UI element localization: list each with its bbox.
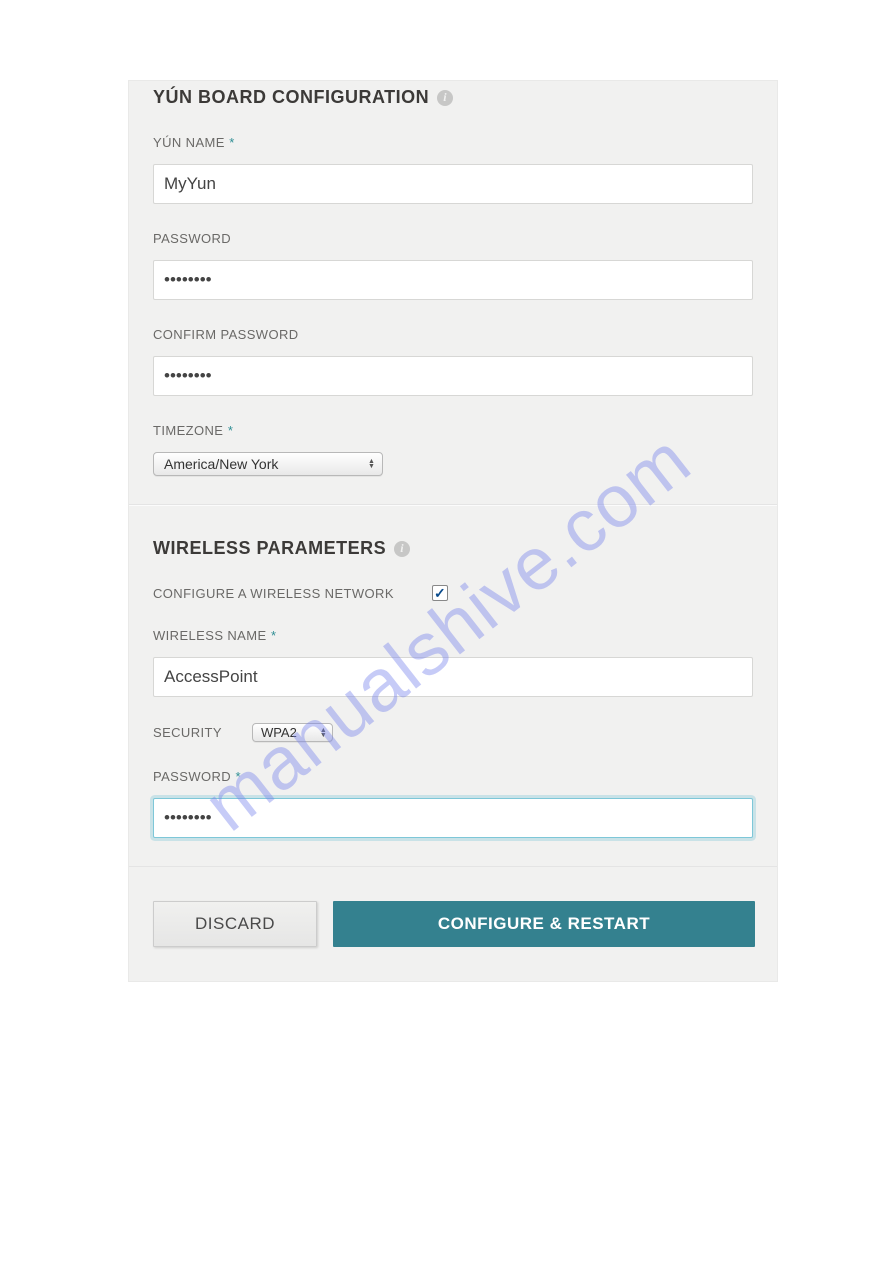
config-panel: YÚN BOARD CONFIGURATION i YÚN NAME * PAS… (128, 80, 778, 982)
confirm-password-field: CONFIRM PASSWORD (153, 326, 753, 396)
check-icon: ✓ (434, 585, 446, 602)
discard-label: DISCARD (195, 914, 275, 934)
wireless-heading: WIRELESS PARAMETERS i (153, 538, 753, 559)
timezone-value: America/New York (164, 456, 345, 472)
confirm-password-input[interactable] (153, 356, 753, 396)
security-select[interactable]: WPA2 ▲▼ (252, 723, 333, 742)
required-marker: * (236, 769, 241, 784)
yun-name-label: YÚN NAME (153, 135, 225, 150)
submit-label: CONFIGURE & RESTART (438, 914, 650, 934)
wireless-password-input[interactable] (153, 798, 753, 838)
yun-name-field: YÚN NAME * (153, 134, 753, 204)
board-config-title: YÚN BOARD CONFIGURATION (153, 87, 429, 108)
security-row: SECURITY WPA2 ▲▼ (153, 723, 753, 742)
wireless-name-field: WIRELESS NAME * (153, 627, 753, 697)
wireless-password-field: PASSWORD * (153, 768, 753, 838)
security-label: SECURITY (153, 725, 222, 740)
board-config-heading: YÚN BOARD CONFIGURATION i (153, 87, 753, 108)
password-label: PASSWORD (153, 231, 231, 246)
wireless-password-label: PASSWORD (153, 769, 231, 784)
confirm-password-label: CONFIRM PASSWORD (153, 327, 299, 342)
configure-restart-button[interactable]: CONFIGURE & RESTART (333, 901, 755, 947)
discard-button[interactable]: DISCARD (153, 901, 317, 947)
info-icon[interactable]: i (394, 541, 410, 557)
timezone-select[interactable]: America/New York ▲▼ (153, 452, 383, 476)
timezone-label: TIMEZONE (153, 423, 223, 438)
wireless-title: WIRELESS PARAMETERS (153, 538, 386, 559)
required-marker: * (228, 423, 233, 438)
updown-icon: ▲▼ (319, 728, 328, 738)
buttons-row: DISCARD CONFIGURE & RESTART (129, 867, 777, 981)
configure-wifi-checkbox[interactable]: ✓ (432, 585, 448, 601)
wireless-section: WIRELESS PARAMETERS i CONFIGURE A WIRELE… (129, 505, 777, 867)
timezone-field: TIMEZONE * America/New York ▲▼ (153, 422, 753, 476)
yun-name-input[interactable] (153, 164, 753, 204)
wireless-name-input[interactable] (153, 657, 753, 697)
security-value: WPA2 (261, 725, 297, 740)
configure-wifi-label: CONFIGURE A WIRELESS NETWORK (153, 586, 394, 601)
password-field: PASSWORD (153, 230, 753, 300)
updown-icon: ▲▼ (367, 459, 376, 469)
required-marker: * (271, 628, 276, 643)
required-marker: * (229, 135, 234, 150)
configure-wifi-row: CONFIGURE A WIRELESS NETWORK ✓ (153, 585, 753, 601)
board-config-section: YÚN BOARD CONFIGURATION i YÚN NAME * PAS… (129, 81, 777, 505)
info-icon[interactable]: i (437, 90, 453, 106)
wireless-name-label: WIRELESS NAME (153, 628, 267, 643)
password-input[interactable] (153, 260, 753, 300)
